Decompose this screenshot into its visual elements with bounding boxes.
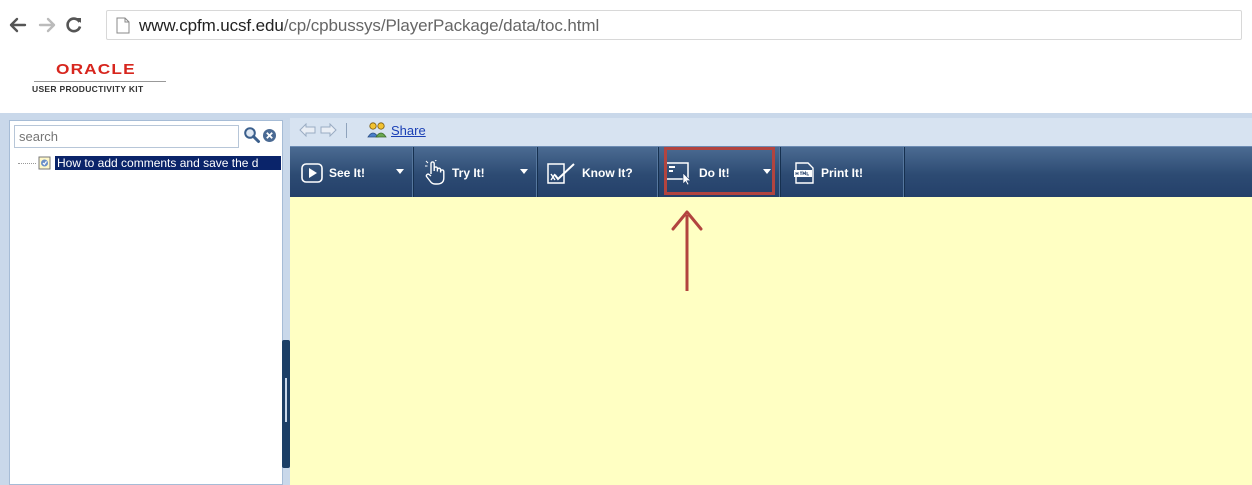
splitter-grip — [285, 378, 287, 422]
try-it-label: Try It! — [452, 165, 485, 180]
annotation-arrow-up-icon — [671, 210, 703, 291]
do-it-highlight-box — [664, 147, 775, 195]
clear-search-icon[interactable] — [262, 128, 277, 143]
browser-forward-button[interactable] — [37, 14, 57, 36]
panel-splitter-handle[interactable] — [282, 340, 290, 468]
print-it-button[interactable]: Print It! — [781, 147, 905, 198]
tree-connector — [18, 162, 36, 164]
logo-divider — [34, 81, 166, 82]
page-icon — [116, 17, 130, 34]
topic-forward-arrow-icon[interactable] — [320, 123, 337, 137]
play-icon — [301, 162, 323, 183]
browser-reload-button[interactable] — [64, 14, 84, 36]
arrow-right-icon — [38, 17, 56, 33]
url-text: www.cpfm.ucsf.edu/cp/cpbussys/PlayerPack… — [139, 16, 599, 36]
know-it-button[interactable]: Know It? — [538, 147, 659, 198]
address-bar[interactable]: www.cpfm.ucsf.edu/cp/cpbussys/PlayerPack… — [106, 10, 1242, 40]
browser-back-button[interactable] — [8, 14, 28, 36]
arrow-left-icon — [9, 17, 27, 33]
url-path: /cp/cpbussys/PlayerPackage/data/toc.html — [283, 16, 600, 35]
checklist-icon — [547, 162, 575, 184]
search-icon[interactable] — [243, 126, 261, 144]
logo-brand: ORACLE — [56, 61, 136, 78]
hand-pointer-icon — [425, 159, 445, 185]
toc-topic-label[interactable]: How to add comments and save the d — [55, 156, 281, 170]
see-it-button[interactable]: See It! — [290, 147, 414, 198]
see-it-label: See It! — [329, 165, 366, 180]
know-it-label: Know It? — [582, 165, 633, 180]
oracle-upk-logo: ORACLE USER PRODUCTIVITY KIT — [28, 60, 176, 104]
see-it-dropdown-icon[interactable] — [396, 169, 404, 174]
logo-product: USER PRODUCTIVITY KIT — [32, 84, 144, 94]
share-icon[interactable] — [367, 121, 387, 139]
player-toolbar — [290, 118, 1252, 146]
html-doc-icon — [794, 161, 814, 184]
url-host: www.cpfm.ucsf.edu — [139, 16, 284, 35]
toc-panel: How to add comments and save the d — [9, 120, 283, 485]
try-it-button[interactable]: Try It! — [414, 147, 538, 198]
reload-icon — [66, 17, 82, 33]
share-link[interactable]: Share — [391, 123, 426, 138]
topic-document-icon — [38, 156, 51, 170]
toc-topic-item[interactable]: How to add comments and save the d — [18, 155, 281, 171]
topic-back-arrow-icon[interactable] — [299, 123, 316, 137]
print-it-label: Print It! — [821, 165, 863, 180]
browser-toolbar: www.cpfm.ucsf.edu/cp/cpbussys/PlayerPack… — [0, 0, 1252, 52]
content-area — [290, 197, 1252, 485]
toolbar-separator — [346, 123, 347, 138]
search-input[interactable] — [14, 125, 239, 148]
try-it-dropdown-icon[interactable] — [520, 169, 528, 174]
